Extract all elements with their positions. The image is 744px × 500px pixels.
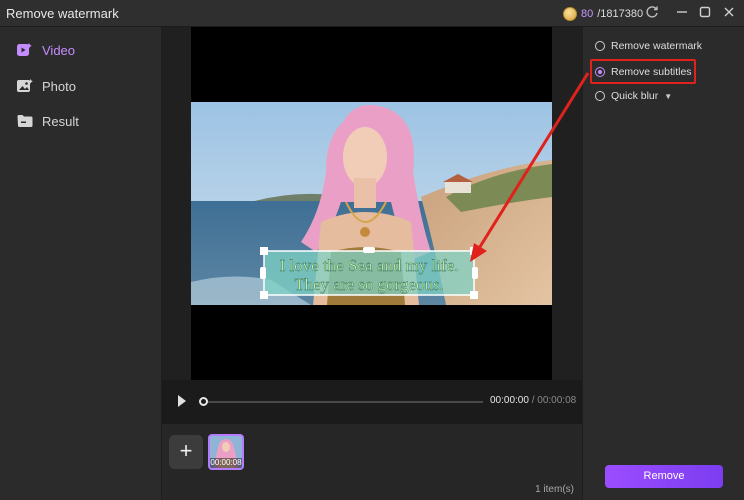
seek-handle[interactable]	[199, 397, 208, 406]
close-icon[interactable]	[721, 5, 737, 21]
option-remove-subtitles[interactable]: Remove subtitles	[595, 64, 692, 80]
credits-used: 80	[581, 7, 594, 20]
coin-icon	[563, 6, 577, 21]
add-video-button[interactable]: +	[169, 435, 203, 469]
sidebar-item-result[interactable]: Result	[16, 109, 79, 133]
maximize-icon[interactable]	[697, 5, 713, 21]
video-icon	[16, 41, 34, 59]
radio-icon	[595, 41, 605, 51]
item-count: 1 item(s)	[535, 484, 574, 495]
app-title: Remove watermark	[6, 6, 119, 21]
radio-icon	[595, 91, 605, 101]
clip-duration: 00:00:08	[210, 458, 242, 468]
sidebar-item-label: Result	[42, 113, 79, 129]
radio-selected-icon	[595, 67, 605, 77]
title-bar: Remove watermark 80/1817380	[0, 0, 744, 27]
option-label: Quick blur	[611, 90, 659, 102]
chevron-down-icon[interactable]: ▼	[664, 92, 672, 101]
clip-thumbnail[interactable]: 00:00:08	[208, 434, 244, 470]
credits-indicator[interactable]: 80/1817380	[563, 5, 643, 22]
sidebar: Video Photo Result	[0, 27, 162, 500]
time-display: 00:00:00 / 00:00:08	[490, 395, 576, 406]
photo-icon	[16, 77, 34, 95]
option-label: Remove subtitles	[611, 66, 692, 78]
option-quick-blur[interactable]: Quick blur ▼	[595, 88, 672, 104]
time-separator: /	[531, 395, 535, 406]
player-controls: 00:00:00 / 00:00:08	[162, 380, 582, 423]
options-panel: Remove watermark Remove subtitles Quick …	[582, 27, 744, 500]
remove-button[interactable]: Remove	[605, 465, 723, 488]
minimize-icon[interactable]	[674, 5, 690, 21]
option-label: Remove watermark	[611, 40, 703, 52]
seek-track[interactable]	[203, 401, 483, 403]
video-stage: 00:00:00 / 00:00:08	[162, 27, 582, 423]
timeline: + 00:00:08 1 item(s)	[162, 423, 582, 500]
sidebar-item-label: Video	[42, 42, 76, 58]
sidebar-item-video[interactable]: Video	[16, 38, 75, 62]
current-time: 00:00:00	[490, 395, 529, 406]
video-frame-image	[191, 102, 552, 305]
refresh-icon[interactable]	[644, 5, 660, 21]
sidebar-item-label: Photo	[42, 78, 76, 94]
option-remove-watermark[interactable]: Remove watermark	[595, 38, 702, 54]
sidebar-item-photo[interactable]: Photo	[16, 74, 76, 98]
credits-total: /1817380	[597, 7, 644, 20]
video-frame[interactable]	[191, 102, 552, 305]
folder-icon	[16, 112, 34, 130]
play-button[interactable]	[178, 395, 186, 407]
duration: 00:00:08	[537, 395, 577, 406]
